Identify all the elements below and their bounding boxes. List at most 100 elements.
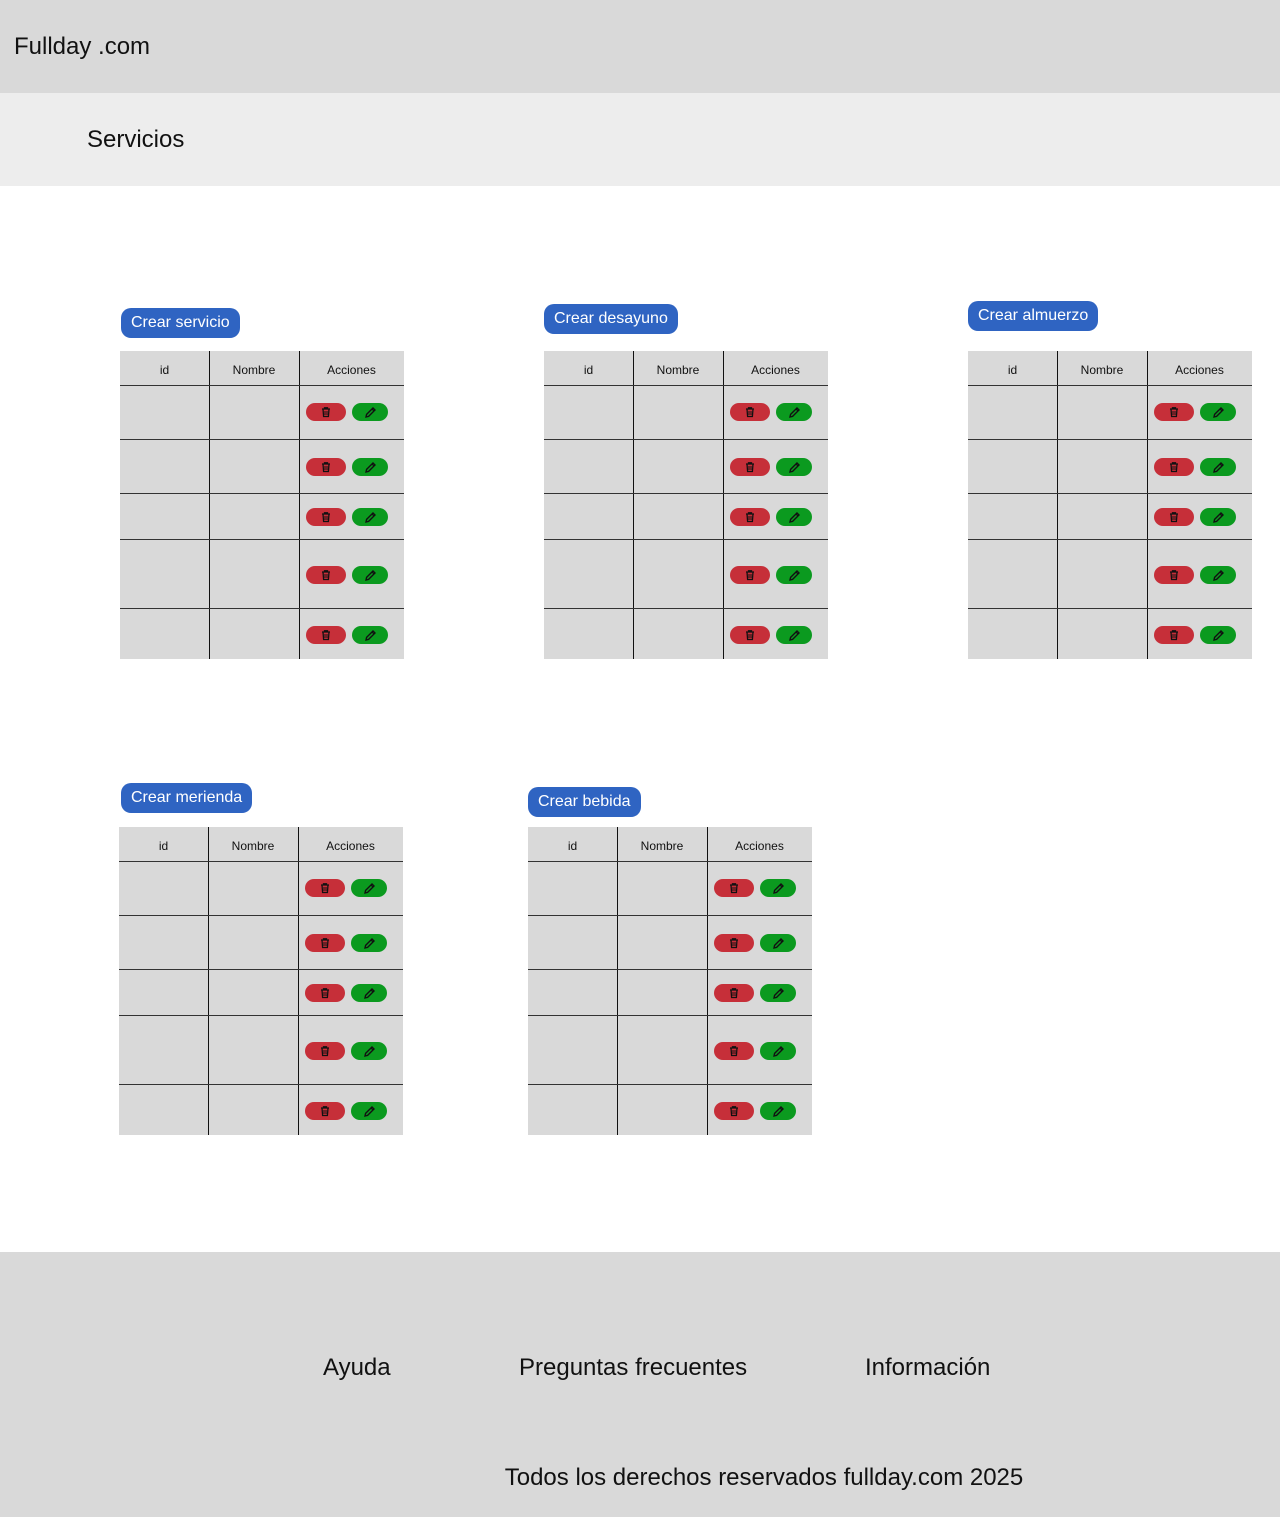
delete-button[interactable] [730,403,770,421]
delete-button[interactable] [306,566,346,584]
delete-button[interactable] [714,1102,754,1120]
row-divider [528,1084,812,1085]
edit-button[interactable] [1200,508,1236,526]
delete-button[interactable] [730,626,770,644]
row-divider [544,385,828,386]
delete-button[interactable] [730,458,770,476]
column-header-id: id [159,363,170,377]
delete-button[interactable] [1154,566,1194,584]
delete-button[interactable] [306,508,346,526]
table-row-actions [1154,508,1244,528]
edit-button[interactable] [760,934,796,952]
delete-button[interactable] [1154,508,1194,526]
column-header-actions: Acciones [751,363,800,377]
footer-link-informacion[interactable]: Información [865,1354,990,1382]
trash-icon [320,569,332,581]
delete-button[interactable] [714,934,754,952]
row-divider [119,969,403,970]
edit-button[interactable] [352,403,388,421]
pencil-icon [364,511,377,524]
table-row-actions [714,1102,804,1122]
delete-button[interactable] [1154,403,1194,421]
edit-button[interactable] [351,1102,387,1120]
column-header-name: Nombre [656,363,700,377]
sub-header [0,93,1280,186]
row-divider [120,385,404,386]
edit-button[interactable] [1200,458,1236,476]
column-header-name: Nombre [232,363,276,377]
pencil-icon [788,629,801,642]
delete-button[interactable] [305,934,345,952]
table-row-actions [306,508,396,528]
trash-icon [728,882,740,894]
pencil-icon [788,511,801,524]
delete-button[interactable] [306,626,346,644]
footer-link-ayuda[interactable]: Ayuda [323,1354,391,1382]
trash-icon [744,511,756,523]
delete-button[interactable] [306,458,346,476]
edit-button[interactable] [1200,566,1236,584]
edit-button[interactable] [1200,403,1236,421]
edit-button[interactable] [760,984,796,1002]
brand-logo-text[interactable]: Fullday .com [14,33,150,61]
edit-button[interactable] [351,984,387,1002]
pencil-icon [788,406,801,419]
footer-link-preguntas-frecuentes[interactable]: Preguntas frecuentes [519,1354,747,1382]
create-bebida-button[interactable]: Crear bebida [528,787,641,817]
row-divider [528,915,812,916]
pencil-icon [363,937,376,950]
edit-button[interactable] [776,403,812,421]
edit-button[interactable] [352,508,388,526]
edit-button[interactable] [760,1042,796,1060]
delete-button[interactable] [1154,458,1194,476]
table-row-actions [306,566,396,586]
delete-button[interactable] [1154,626,1194,644]
table-row-actions [730,508,820,528]
delete-button[interactable] [305,984,345,1002]
servicio-table: id Nombre Acciones [120,351,404,659]
trash-icon [1168,406,1180,418]
desayuno-table: id Nombre Acciones [544,351,828,659]
trash-icon [320,406,332,418]
create-servicio-button[interactable]: Crear servicio [121,308,240,338]
delete-button[interactable] [305,1102,345,1120]
edit-button[interactable] [351,1042,387,1060]
table-row-actions [306,458,396,478]
edit-button[interactable] [352,626,388,644]
edit-button[interactable] [352,566,388,584]
delete-button[interactable] [305,879,345,897]
edit-button[interactable] [776,626,812,644]
edit-button[interactable] [351,879,387,897]
delete-button[interactable] [714,984,754,1002]
table-row-actions [1154,403,1244,423]
edit-button[interactable] [351,934,387,952]
edit-button[interactable] [1200,626,1236,644]
delete-button[interactable] [714,879,754,897]
pencil-icon [772,1045,785,1058]
pencil-icon [772,937,785,950]
row-divider [968,608,1252,609]
create-almuerzo-button[interactable]: Crear almuerzo [968,301,1099,331]
pencil-icon [364,569,377,582]
table-row-actions [305,1042,395,1062]
delete-button[interactable] [305,1042,345,1060]
trash-icon [320,461,332,473]
edit-button[interactable] [760,879,796,897]
edit-button[interactable] [760,1102,796,1120]
row-divider [968,539,1252,540]
trash-icon [319,882,331,894]
create-merienda-button[interactable]: Crear merienda [121,783,253,813]
edit-button[interactable] [776,508,812,526]
table-row-actions [1154,458,1244,478]
create-desayuno-button[interactable]: Crear desayuno [544,304,678,334]
delete-button[interactable] [730,566,770,584]
delete-button[interactable] [306,403,346,421]
delete-button[interactable] [730,508,770,526]
edit-button[interactable] [776,566,812,584]
delete-button[interactable] [714,1042,754,1060]
edit-button[interactable] [776,458,812,476]
trash-icon [320,629,332,641]
edit-button[interactable] [352,458,388,476]
pencil-icon [772,882,785,895]
trash-icon [728,987,740,999]
